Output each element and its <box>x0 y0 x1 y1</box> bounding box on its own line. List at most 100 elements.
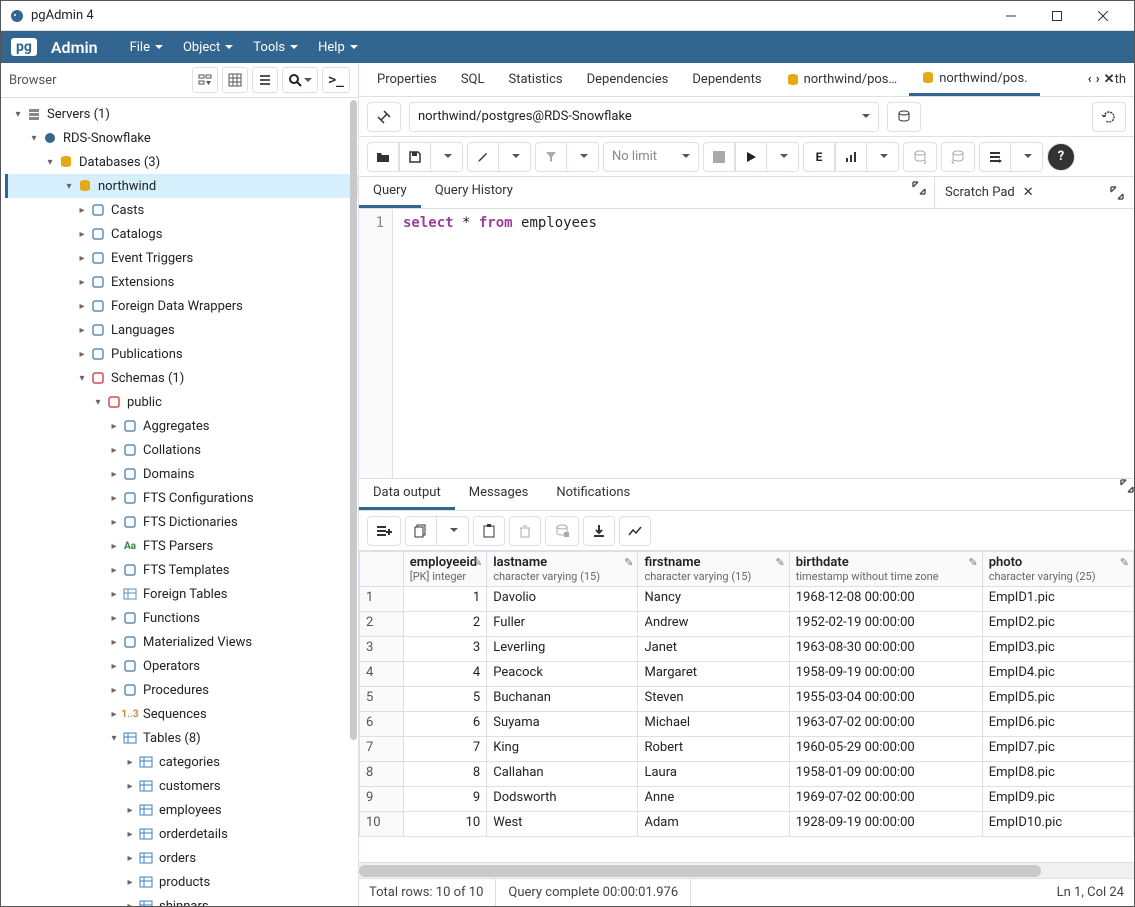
table-row[interactable]: 1010WestAdam1928-09-19 00:00:00EmpID10.p… <box>360 812 1134 837</box>
tree-node[interactable]: ▸Casts <box>5 198 358 222</box>
tree-node[interactable]: ▾Servers (1) <box>5 102 358 126</box>
tree-expand-icon[interactable]: ▸ <box>107 493 121 504</box>
tree-node[interactable]: ▾Schemas (1) <box>5 366 358 390</box>
edit-column-icon[interactable]: ✎ <box>624 556 633 569</box>
cell[interactable]: Davolio <box>487 587 638 612</box>
download-button[interactable] <box>583 516 615 546</box>
save-data-button[interactable] <box>545 516 579 546</box>
tree-node[interactable]: ▸Event Triggers <box>5 246 358 270</box>
tree-node[interactable]: ▸Catalogs <box>5 222 358 246</box>
tree-node[interactable]: ▸FTS Configurations <box>5 486 358 510</box>
table-row[interactable]: 77KingRobert1960-05-29 00:00:00EmpID7.pi… <box>360 737 1134 762</box>
tree-node[interactable]: ▸Operators <box>5 654 358 678</box>
query-tool-tab[interactable]: northwind/pos… <box>774 65 910 94</box>
tree-expand-icon[interactable]: ▸ <box>107 421 121 432</box>
menu-object[interactable]: Object <box>181 36 235 59</box>
cell[interactable]: EmpID9.pic <box>982 787 1133 812</box>
table-row[interactable]: 66SuyamaMichael1963-07-02 00:00:00EmpID6… <box>360 712 1134 737</box>
tree-node[interactable]: ▸FTS Templates <box>5 558 358 582</box>
browser-layers-button[interactable] <box>252 67 278 93</box>
menu-tools[interactable]: Tools <box>251 36 300 59</box>
tree-expand-icon[interactable]: ▾ <box>11 109 25 120</box>
tree-expand-icon[interactable]: ▸ <box>123 805 137 816</box>
tree-expand-icon[interactable]: ▾ <box>27 133 41 144</box>
tree-expand-icon[interactable]: ▸ <box>75 301 89 312</box>
cell[interactable]: EmpID10.pic <box>982 812 1133 837</box>
cell[interactable]: 1963-07-02 00:00:00 <box>789 712 982 737</box>
tree-node[interactable]: ▸orderdetails <box>5 822 358 846</box>
cell[interactable]: 7 <box>403 737 486 762</box>
explain-dropdown[interactable] <box>867 142 899 172</box>
cell[interactable]: 4 <box>403 662 486 687</box>
menu-help[interactable]: Help <box>316 36 360 59</box>
execute-dropdown[interactable] <box>767 142 799 172</box>
cell[interactable]: 10 <box>403 812 486 837</box>
tree-node[interactable]: ▸Aggregates <box>5 414 358 438</box>
tree-expand-icon[interactable]: ▸ <box>123 829 137 840</box>
tree-node[interactable]: ▾RDS-Snowflake <box>5 126 358 150</box>
cell[interactable]: Leverling <box>487 637 638 662</box>
tree-expand-icon[interactable]: ▸ <box>107 589 121 600</box>
cell[interactable]: 1928-09-19 00:00:00 <box>789 812 982 837</box>
scratch-expand-icon[interactable] <box>1110 186 1124 200</box>
table-row[interactable]: 55BuchananSteven1955-03-04 00:00:00EmpID… <box>360 687 1134 712</box>
tree-expand-icon[interactable]: ▸ <box>107 685 121 696</box>
cell[interactable]: 9 <box>403 787 486 812</box>
data-grid[interactable]: employeeid[PK] integer✎lastnamecharacter… <box>359 551 1134 862</box>
close-icon[interactable]: ✕ <box>1023 185 1034 200</box>
tree-expand-icon[interactable]: ▸ <box>75 253 89 264</box>
tree-expand-icon[interactable]: ▸ <box>75 349 89 360</box>
reset-layout-button[interactable] <box>1092 102 1126 132</box>
column-header[interactable]: photocharacter varying (25)✎ <box>982 552 1133 587</box>
delete-row-button[interactable] <box>509 516 541 546</box>
macros-dropdown[interactable] <box>1011 142 1043 172</box>
cell[interactable]: 1 <box>403 587 486 612</box>
browser-filter-button[interactable] <box>192 67 218 93</box>
cell[interactable]: King <box>487 737 638 762</box>
grid-h-scrollbar[interactable] <box>359 862 1134 878</box>
edit-column-icon[interactable]: ✎ <box>473 556 482 569</box>
cell[interactable]: 1958-01-09 00:00:00 <box>789 762 982 787</box>
cell[interactable]: Dodsworth <box>487 787 638 812</box>
cell[interactable]: West <box>487 812 638 837</box>
cell[interactable]: 6 <box>403 712 486 737</box>
tree-expand-icon[interactable]: ▸ <box>123 757 137 768</box>
cell[interactable]: Laura <box>638 762 789 787</box>
tree-node[interactable]: ▸Collations <box>5 438 358 462</box>
cell[interactable]: EmpID5.pic <box>982 687 1133 712</box>
tree-expand-icon[interactable]: ▸ <box>75 229 89 240</box>
tree-expand-icon[interactable]: ▸ <box>107 637 121 648</box>
cell[interactable]: Andrew <box>638 612 789 637</box>
browser-psql-button[interactable]: >_ <box>322 67 350 93</box>
column-header[interactable]: employeeid[PK] integer✎ <box>403 552 486 587</box>
column-header[interactable]: firstnamecharacter varying (15)✎ <box>638 552 789 587</box>
tree-expand-icon[interactable]: ▾ <box>75 373 89 384</box>
limit-select[interactable]: No limit <box>603 142 699 172</box>
tree-node[interactable]: ▸Languages <box>5 318 358 342</box>
tab-dependents[interactable]: Dependents <box>680 65 773 94</box>
filter-dropdown[interactable] <box>567 142 599 172</box>
filter-button[interactable] <box>535 142 567 172</box>
sql-text[interactable]: select * from employees <box>393 209 1134 478</box>
sql-editor[interactable]: 1 select * from employees <box>359 209 1134 479</box>
tree-node[interactable]: ▸categories <box>5 750 358 774</box>
tab-sql[interactable]: SQL <box>449 65 497 94</box>
cell[interactable]: EmpID4.pic <box>982 662 1133 687</box>
tree-node[interactable]: ▸Materialized Views <box>5 630 358 654</box>
tree-node[interactable]: ▾public <box>5 390 358 414</box>
query-tool-tab[interactable]: northwind/pos. <box>909 64 1039 96</box>
help-button[interactable]: ? <box>1047 143 1075 171</box>
tree-expand-icon[interactable]: ▾ <box>62 181 76 192</box>
cell[interactable]: Steven <box>638 687 789 712</box>
paste-button[interactable] <box>473 516 505 546</box>
tree-node[interactable]: ▸products <box>5 870 358 894</box>
tab-statistics[interactable]: Statistics <box>497 65 575 94</box>
window-maximize-button[interactable] <box>1034 2 1080 30</box>
macros-button[interactable] <box>979 142 1011 172</box>
tree-expand-icon[interactable]: ▸ <box>107 541 121 552</box>
output-tab-data-output[interactable]: Data output <box>359 479 455 510</box>
tabs-prev-button[interactable]: ‹ <box>1086 68 1094 91</box>
table-row[interactable]: 88CallahanLaura1958-01-09 00:00:00EmpID8… <box>360 762 1134 787</box>
edit-column-icon[interactable]: ✎ <box>968 556 977 569</box>
column-header[interactable]: lastnamecharacter varying (15)✎ <box>487 552 638 587</box>
